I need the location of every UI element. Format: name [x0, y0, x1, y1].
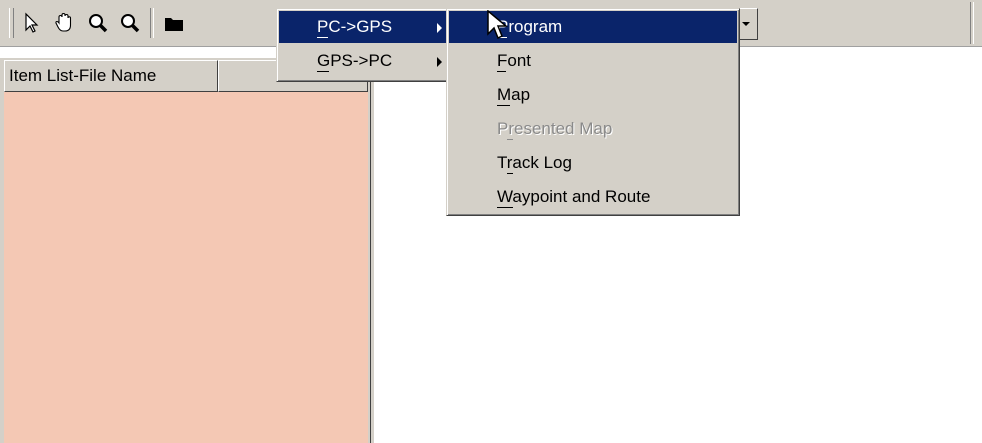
- menu-item-label: Map: [497, 85, 531, 104]
- mnemonic-underline: [497, 105, 510, 106]
- item-list-panel: Item List-File Name: [0, 58, 370, 443]
- menu-item-label: PC->GPS: [317, 17, 393, 36]
- menu-item-label: GPS->PC: [317, 51, 393, 70]
- menu-item-font[interactable]: Font: [449, 45, 737, 77]
- toolbar-edge: [970, 2, 974, 44]
- mnemonic-underline: [507, 173, 513, 174]
- folder-icon[interactable]: [160, 8, 188, 38]
- menu-item-label: Font: [497, 51, 532, 70]
- transfer-menu: PC->GPS GPS->PC: [276, 8, 454, 82]
- mouse-pointer-icon: [487, 10, 508, 40]
- menu-item-waypoint-and-route[interactable]: Waypoint and Route: [449, 181, 737, 213]
- menu-item-label: Waypoint and Route: [497, 187, 651, 206]
- mnemonic-underline: [497, 71, 506, 72]
- submenu-arrow-icon: [437, 23, 442, 33]
- item-list[interactable]: [4, 92, 368, 443]
- zoom-in-icon[interactable]: [84, 8, 112, 38]
- toolbar-grip[interactable]: [9, 8, 14, 38]
- mnemonic-underline: [507, 139, 513, 140]
- menu-item-pc-to-gps[interactable]: PC->GPS: [279, 11, 451, 43]
- menu-item-presented-map: Presented Map: [449, 113, 737, 145]
- hand-pan-icon[interactable]: [50, 8, 78, 38]
- toolbar-separator: [150, 8, 154, 38]
- chevron-down-icon: [742, 22, 750, 26]
- column-header-file-name[interactable]: Item List-File Name: [4, 60, 218, 92]
- zoom-out-icon[interactable]: [116, 8, 144, 38]
- menu-item-label: Track Log: [497, 153, 572, 172]
- menu-item-map[interactable]: Map: [449, 79, 737, 111]
- menu-item-label: Presented Map: [497, 119, 613, 138]
- mnemonic-underline: [497, 207, 513, 208]
- mnemonic-underline: [317, 71, 329, 72]
- menu-item-gps-to-pc[interactable]: GPS->PC: [279, 45, 451, 77]
- menu-item-track-log[interactable]: Track Log: [449, 147, 737, 179]
- select-arrow-icon[interactable]: [18, 8, 46, 38]
- mnemonic-underline: [317, 37, 328, 38]
- submenu-arrow-icon: [437, 57, 442, 67]
